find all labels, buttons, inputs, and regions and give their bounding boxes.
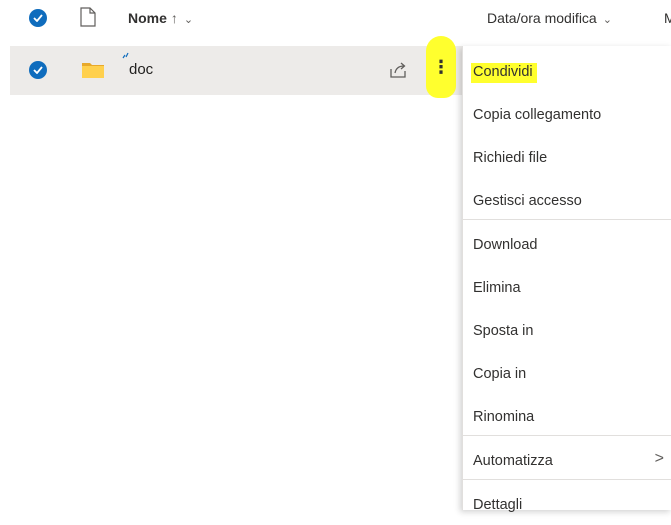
column-header-name[interactable]: Nome ↑ ⌄ xyxy=(128,10,193,26)
column-header-modified[interactable]: Data/ora modifica ⌄ xyxy=(487,10,612,26)
chevron-right-icon: > xyxy=(654,450,664,467)
menu-item-label: Rinomina xyxy=(473,409,535,425)
select-all-checkbox[interactable] xyxy=(29,9,47,27)
more-icon: ⋮ xyxy=(432,57,450,77)
list-header: Nome ↑ ⌄ Data/ora modifica ⌄ M xyxy=(0,0,671,40)
menu-item-manage-access[interactable]: Gestisci accesso xyxy=(463,178,671,221)
menu-item-details[interactable]: Dettagli xyxy=(463,482,671,525)
menu-item-label: Copia collegamento xyxy=(473,107,602,123)
menu-item-automate[interactable]: Automatizza > xyxy=(463,438,671,481)
menu-item-label: Sposta in xyxy=(473,323,534,339)
menu-item-copy-link[interactable]: Copia collegamento xyxy=(463,92,671,135)
folder-icon xyxy=(82,63,104,78)
menu-item-delete[interactable]: Elimina xyxy=(463,265,671,308)
item-name-link[interactable]: doc xyxy=(129,61,153,78)
sort-ascending-icon: ↑ xyxy=(170,10,178,26)
menu-divider xyxy=(463,435,671,436)
row-checkbox[interactable] xyxy=(29,61,47,79)
menu-item-request-files[interactable]: Richiedi file xyxy=(463,135,671,178)
menu-item-label: Dettagli xyxy=(473,497,523,513)
column-header-truncated[interactable]: M xyxy=(664,10,671,26)
menu-item-download[interactable]: Download xyxy=(463,222,671,265)
chevron-down-icon: ⌄ xyxy=(602,14,612,26)
menu-item-label: Automatizza xyxy=(473,453,553,469)
chevron-down-icon: ⌄ xyxy=(183,14,194,26)
sync-indicator-icon xyxy=(122,52,129,59)
checkmark-icon xyxy=(33,14,43,22)
table-row[interactable]: doc ⋮ xyxy=(10,36,462,98)
menu-item-move-to[interactable]: Sposta in xyxy=(463,308,671,351)
context-menu: Condividi Copia collegamento Richiedi fi… xyxy=(462,46,671,513)
menu-item-label: Gestisci accesso xyxy=(473,193,582,209)
column-header-name-label: Nome xyxy=(128,10,167,26)
checkmark-icon xyxy=(33,66,43,74)
menu-item-label: Richiedi file xyxy=(473,150,548,166)
column-header-modified-label: Data/ora modifica xyxy=(487,10,597,26)
more-actions-button[interactable]: ⋮ xyxy=(426,36,456,98)
share-icon[interactable] xyxy=(387,59,409,81)
menu-divider xyxy=(463,479,671,480)
menu-item-label: Download xyxy=(473,237,538,253)
menu-item-copy-to[interactable]: Copia in xyxy=(463,351,671,394)
file-type-icon xyxy=(80,7,96,27)
menu-item-label: Condividi xyxy=(471,63,537,83)
menu-item-label: Copia in xyxy=(473,366,527,382)
menu-item-rename[interactable]: Rinomina xyxy=(463,394,671,437)
menu-item-label: Elimina xyxy=(473,280,521,296)
menu-item-share[interactable]: Condividi xyxy=(463,49,671,92)
menu-divider xyxy=(463,219,671,220)
